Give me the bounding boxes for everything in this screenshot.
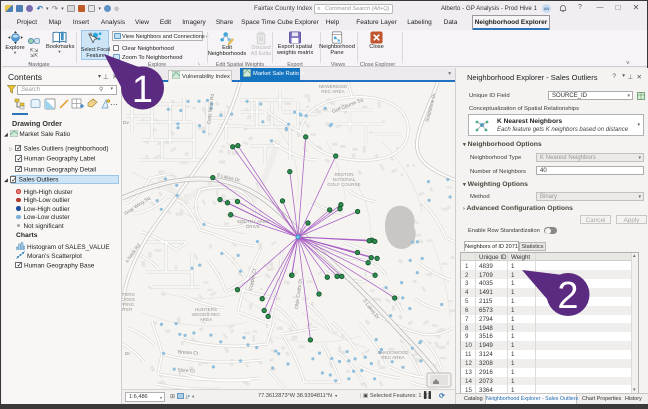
svg-text:2: 2 [557,275,578,317]
svg-text:NTER: NTER [122,307,133,312]
svg-text:REC AREA: REC AREA [381,355,405,360]
svg-text:REC AREA: REC AREA [321,89,345,94]
svg-text:Dr: Dr [125,351,130,357]
svg-text:Shire Ct: Shire Ct [177,368,195,375]
svg-text:GOLF COURSE: GOLF COURSE [327,182,360,187]
svg-text:DRIVE: DRIVE [246,224,260,229]
svg-text:1: 1 [132,69,153,111]
svg-text:AREA: AREA [200,317,213,322]
